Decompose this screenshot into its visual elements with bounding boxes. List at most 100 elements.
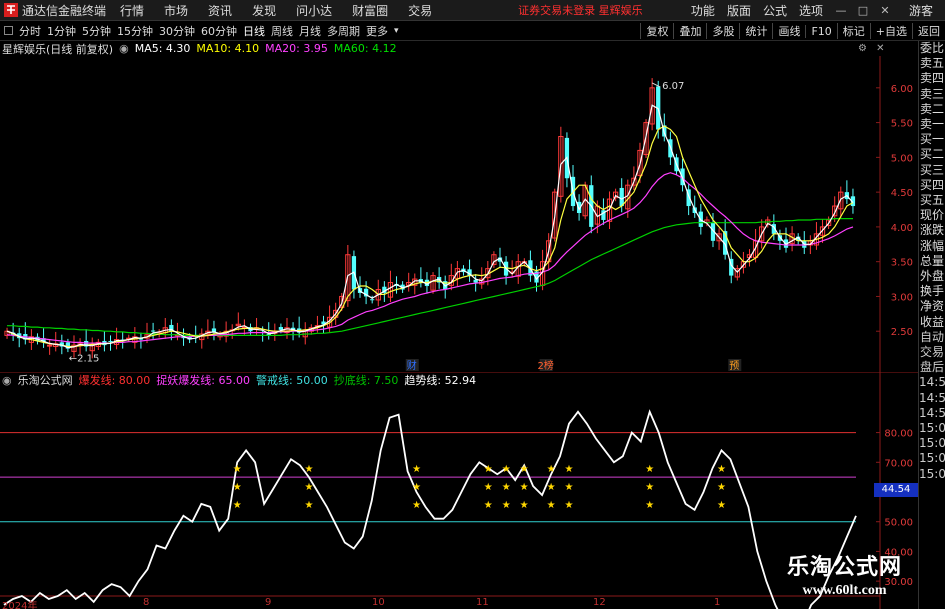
- period-fenshi[interactable]: 分时: [19, 23, 41, 39]
- sidebar-item[interactable]: 15:05: [919, 467, 945, 482]
- tool-f10[interactable]: F10: [805, 24, 836, 38]
- date-label: 9: [265, 597, 272, 608]
- menu-item-gongshi[interactable]: 公式: [763, 2, 787, 19]
- stock-name[interactable]: 星辉娱乐(日线 前复权): [2, 41, 113, 57]
- period-multi[interactable]: 多周期: [327, 23, 360, 39]
- tool-zixuan[interactable]: +自选: [869, 23, 912, 39]
- sidebar-item[interactable]: 总量: [919, 254, 945, 269]
- sidebar-item[interactable]: 15:00: [919, 421, 945, 436]
- tool-tongji[interactable]: 统计: [739, 23, 772, 39]
- menu-item-zixun[interactable]: 资讯: [208, 2, 232, 19]
- close-icon[interactable]: ✕: [879, 4, 891, 17]
- tool-biaoji[interactable]: 标记: [836, 23, 870, 39]
- sidebar-item[interactable]: 14:56: [919, 375, 945, 390]
- sidebar-item[interactable]: 买一: [919, 132, 945, 147]
- sidebar-item[interactable]: 买三: [919, 163, 945, 178]
- tool-fanhui[interactable]: 返回: [912, 23, 945, 39]
- sidebar-item[interactable]: 委比: [919, 41, 945, 56]
- menu-item-hangqing[interactable]: 行情: [120, 2, 144, 19]
- date-label: 1: [714, 597, 721, 608]
- menu-item-jiaoyi[interactable]: 交易: [408, 2, 432, 19]
- sidebar-item[interactable]: 外盘: [919, 269, 945, 284]
- tool-diejia[interactable]: 叠加: [673, 23, 706, 39]
- watermark-title: 乐淘公式网: [786, 555, 902, 580]
- sidebar-item[interactable]: 卖二: [919, 102, 945, 117]
- high-marker: [651, 82, 661, 88]
- menu-item-gongneng[interactable]: 功能: [691, 2, 715, 19]
- settings-icon[interactable]: ⚙: [858, 43, 867, 54]
- menu-item-xuanxiang[interactable]: 选项: [799, 2, 823, 19]
- signal-star: ★: [645, 482, 654, 493]
- sidebar-item[interactable]: 卖一: [919, 117, 945, 132]
- layout-toggle-icon[interactable]: [4, 26, 13, 35]
- sidebar-item[interactable]: 15:05: [919, 451, 945, 466]
- kline-chart[interactable]: 6.00 5.50 5.00 4.50 4.00 3.50 3.00 2.50 6.07 ←2.1…: [0, 56, 918, 372]
- maximize-icon[interactable]: □: [857, 4, 869, 17]
- period-daily[interactable]: 日线: [243, 23, 265, 39]
- menu-item-wenxiaoda[interactable]: 问小达: [296, 2, 332, 19]
- sidebar-item[interactable]: 现价: [919, 208, 945, 223]
- tool-duogu[interactable]: 多股: [706, 23, 739, 39]
- ma-info-bar: 星辉娱乐(日线 前复权) ◉ MA5: 4.30 MA10: 4.10 MA20…: [0, 41, 880, 56]
- sidebar-item[interactable]: 换手: [919, 284, 945, 299]
- period-weekly[interactable]: 周线: [271, 23, 293, 39]
- main-menu: 行情 市场 资讯 发现 问小达 财富圈 交易: [120, 2, 452, 19]
- sidebar-item[interactable]: 卖四: [919, 71, 945, 86]
- sidebar-item[interactable]: 买五: [919, 193, 945, 208]
- ma-toggle-icon[interactable]: ◉: [119, 42, 129, 55]
- candle-body: [150, 330, 156, 332]
- candle-body: [47, 344, 53, 347]
- ma5-label: MA5: 4.30: [134, 42, 191, 55]
- sidebar-item[interactable]: 14:58: [919, 406, 945, 421]
- sidebar-item[interactable]: 卖五: [919, 56, 945, 71]
- sidebar-item[interactable]: 涨幅: [919, 239, 945, 254]
- price-tick-label: 4.50: [891, 188, 913, 199]
- ma20-label: MA20: 3.95: [265, 42, 328, 55]
- high-label: 6.07: [662, 81, 684, 92]
- dropdown-arrow-icon[interactable]: ▾: [394, 26, 399, 36]
- sidebar-item[interactable]: 盘后: [919, 360, 945, 375]
- signal-star: ★: [484, 482, 493, 493]
- menu-item-caifuquan[interactable]: 财富圈: [352, 2, 388, 19]
- candle-body: [619, 187, 624, 207]
- sidebar-item[interactable]: 收益: [919, 315, 945, 330]
- sidebar-item[interactable]: 自动: [919, 330, 945, 345]
- period-monthly[interactable]: 月线: [299, 23, 321, 39]
- sidebar-item[interactable]: 卖三: [919, 87, 945, 102]
- quote-sidebar: 委比 卖五 卖四 卖三 卖二 卖一 买一 买二 买三 买四 买五 现价 涨跌 涨幅 总量 外盘 换手 净资 收益 自动…: [918, 41, 945, 609]
- trade-login-warning[interactable]: 证券交易未登录 星辉娱乐: [518, 2, 643, 18]
- indicator-value-readout: 44.54: [874, 483, 918, 497]
- ma60-label: MA60: 4.12: [333, 42, 397, 55]
- period-5min[interactable]: 5分钟: [82, 23, 111, 39]
- signal-star: ★: [717, 464, 726, 475]
- signal-star: ★: [520, 500, 529, 511]
- candle-body: [108, 340, 113, 342]
- tdx-logo-icon: [3, 2, 19, 18]
- sidebar-item[interactable]: 交易: [919, 345, 945, 360]
- menu-item-banmian[interactable]: 版面: [727, 2, 751, 19]
- period-1min[interactable]: 1分钟: [47, 23, 76, 39]
- sidebar-item[interactable]: 净资: [919, 299, 945, 314]
- period-30min[interactable]: 30分钟: [159, 23, 195, 39]
- menu-item-shichang[interactable]: 市场: [164, 2, 188, 19]
- minimize-icon[interactable]: —: [835, 4, 847, 17]
- sidebar-item[interactable]: 买四: [919, 178, 945, 193]
- low-label: ←2.15: [69, 354, 100, 365]
- period-more[interactable]: 更多: [366, 23, 388, 39]
- tool-fuquan[interactable]: 复权: [640, 23, 673, 39]
- sidebar-item[interactable]: 买二: [919, 147, 945, 162]
- menu-bar: 通达信金融终端 行情 市场 资讯 发现 问小达 财富圈 交易 证券交易未登录 星…: [0, 0, 945, 21]
- sidebar-item[interactable]: 涨跌: [919, 223, 945, 238]
- collapse-icon[interactable]: ✕: [876, 43, 884, 54]
- price-tick-label: 2.50: [891, 327, 913, 338]
- period-15min[interactable]: 15分钟: [117, 23, 153, 39]
- period-60min[interactable]: 60分钟: [201, 23, 237, 39]
- guest-label[interactable]: 游客: [909, 2, 933, 19]
- sidebar-item[interactable]: 15:05: [919, 436, 945, 451]
- signal-star: ★: [412, 464, 421, 475]
- tool-huaxian[interactable]: 画线: [772, 23, 805, 39]
- date-label: 10: [372, 597, 385, 608]
- sidebar-item[interactable]: 14:57: [919, 391, 945, 406]
- menu-item-faxian[interactable]: 发现: [252, 2, 276, 19]
- signal-star: ★: [565, 464, 574, 475]
